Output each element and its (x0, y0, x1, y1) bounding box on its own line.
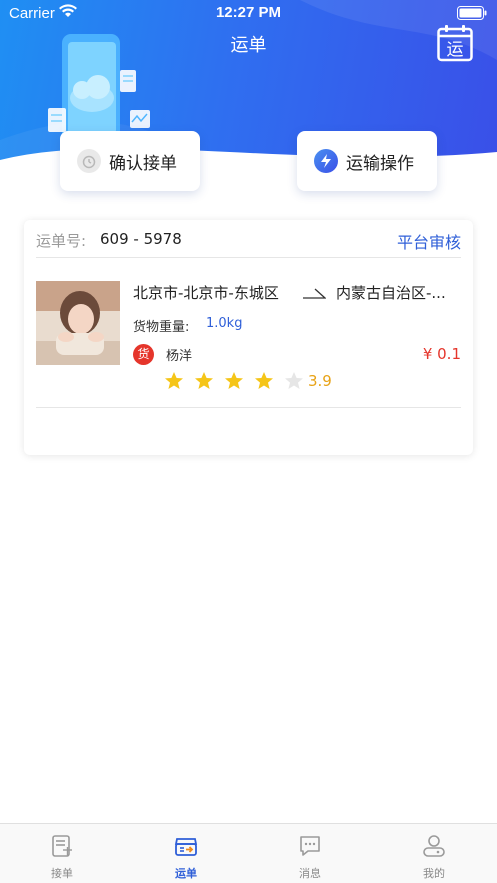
route-origin: 北京市-北京市-东城区 (133, 284, 279, 302)
price: ¥ 0.1 (422, 345, 461, 363)
tab-label: 消息 (299, 867, 321, 880)
goods-badge: 货 (133, 344, 154, 365)
rating-value: 3.9 (308, 372, 332, 390)
weight-label: 货物重量: (133, 320, 190, 335)
order-header: 运单号: 609 - 5978 平台审核 (36, 220, 461, 258)
tab-xiaoxi[interactable]: 消息 (248, 824, 372, 883)
tab-yundan[interactable]: 运单 (124, 824, 248, 883)
order-card[interactable]: 运单号: 609 - 5978 平台审核 北京市-北京市-东城区 内蒙古自治区-… (24, 220, 473, 455)
truck-box-icon (174, 838, 198, 856)
lightning-icon (314, 149, 338, 173)
calendar-icon[interactable]: 运 (437, 24, 473, 62)
tab-wode[interactable]: 我的 (372, 824, 496, 883)
confirm-order-button[interactable]: 确认接单 (60, 131, 200, 191)
status-bar: Carrier 12:27 PM (0, 0, 497, 26)
tab-bar: 接单 运单 消息 我的 (0, 823, 497, 883)
battery-icon (457, 6, 487, 20)
clock: 12:27 PM (215, 4, 282, 21)
svg-text:运: 运 (447, 40, 464, 60)
shipper-name: 杨洋 (166, 349, 193, 364)
star-filled-icon (165, 372, 183, 389)
tab-label: 运单 (175, 867, 197, 880)
confirm-order-label: 确认接单 (109, 153, 177, 174)
order-number: 609 - 5978 (100, 230, 182, 248)
route: 北京市-北京市-东城区 内蒙古自治区-... (133, 282, 460, 304)
transport-operation-label: 运输操作 (346, 153, 414, 174)
star-filled-icon (225, 372, 243, 389)
document-icon (52, 835, 72, 857)
alarm-clock-icon (77, 149, 101, 173)
star-filled-icon (195, 372, 213, 389)
route-arrow-icon (303, 288, 326, 299)
order-number-label: 运单号: (36, 232, 87, 250)
star-filled-icon (255, 372, 273, 389)
person-icon (423, 835, 445, 857)
platform-review-link[interactable]: 平台审核 (397, 229, 461, 253)
shipper-photo (36, 281, 120, 365)
tab-jiedan[interactable]: 接单 (0, 824, 124, 883)
weight-value: 1.0kg (206, 316, 243, 331)
star-empty-icon (285, 372, 303, 389)
tab-label: 接单 (51, 867, 73, 880)
tab-label: 我的 (423, 867, 445, 880)
route-destination: 内蒙古自治区-... (336, 284, 446, 302)
message-icon (300, 836, 320, 856)
rating-stars: 3.9 (164, 370, 332, 392)
divider (36, 407, 461, 408)
transport-operation-button[interactable]: 运输操作 (297, 131, 437, 191)
